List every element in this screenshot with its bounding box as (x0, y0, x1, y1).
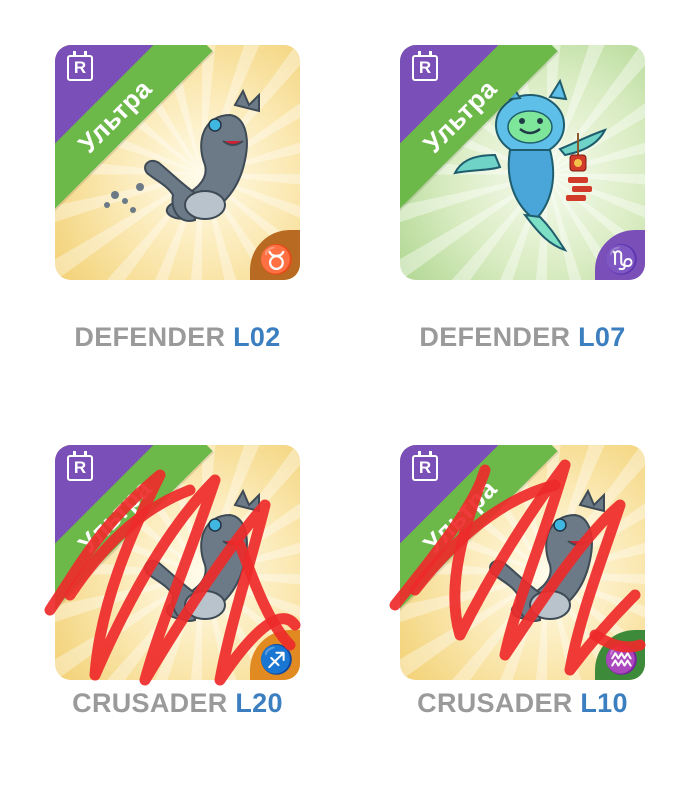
card-label: CRUSADER L20 (50, 688, 305, 719)
card-label: DEFENDER L07 (395, 322, 650, 353)
creature-card-4[interactable]: Ультра R ♒ (400, 445, 645, 680)
creature-card-2[interactable]: Ультра R ♑ (400, 45, 645, 280)
card-level: L07 (578, 322, 626, 352)
rarity-badge-icon: R (67, 451, 93, 481)
card-grid: Ультра R ♉ DEFENDER L02 Ультра R ♑ DEFEN… (0, 0, 690, 800)
card-name: DEFENDER (419, 322, 571, 352)
rarity-badge-icon: R (67, 51, 93, 81)
card-level: L02 (233, 322, 281, 352)
card-cell-2: Ультра R ♑ DEFENDER L07 (395, 45, 690, 353)
card-name: DEFENDER (74, 322, 226, 352)
card-label: DEFENDER L02 (50, 322, 305, 353)
card-level: L20 (235, 688, 283, 718)
rarity-badge-icon: R (412, 51, 438, 81)
rarity-badge-icon: R (412, 451, 438, 481)
creature-card-1[interactable]: Ультра R ♉ (55, 45, 300, 280)
card-cell-1: Ультра R ♉ DEFENDER L02 (50, 45, 350, 353)
creature-card-3[interactable]: Ультра R ♐ (55, 445, 300, 680)
card-name: CRUSADER (72, 688, 228, 718)
card-cell-3: Ультра R ♐ CRUSADER L20 (44, 445, 350, 719)
card-cell-4: Ультра R ♒ CRUSADER L10 (389, 445, 690, 719)
card-level: L10 (580, 688, 628, 718)
card-label: CRUSADER L10 (395, 688, 650, 719)
card-name: CRUSADER (417, 688, 573, 718)
